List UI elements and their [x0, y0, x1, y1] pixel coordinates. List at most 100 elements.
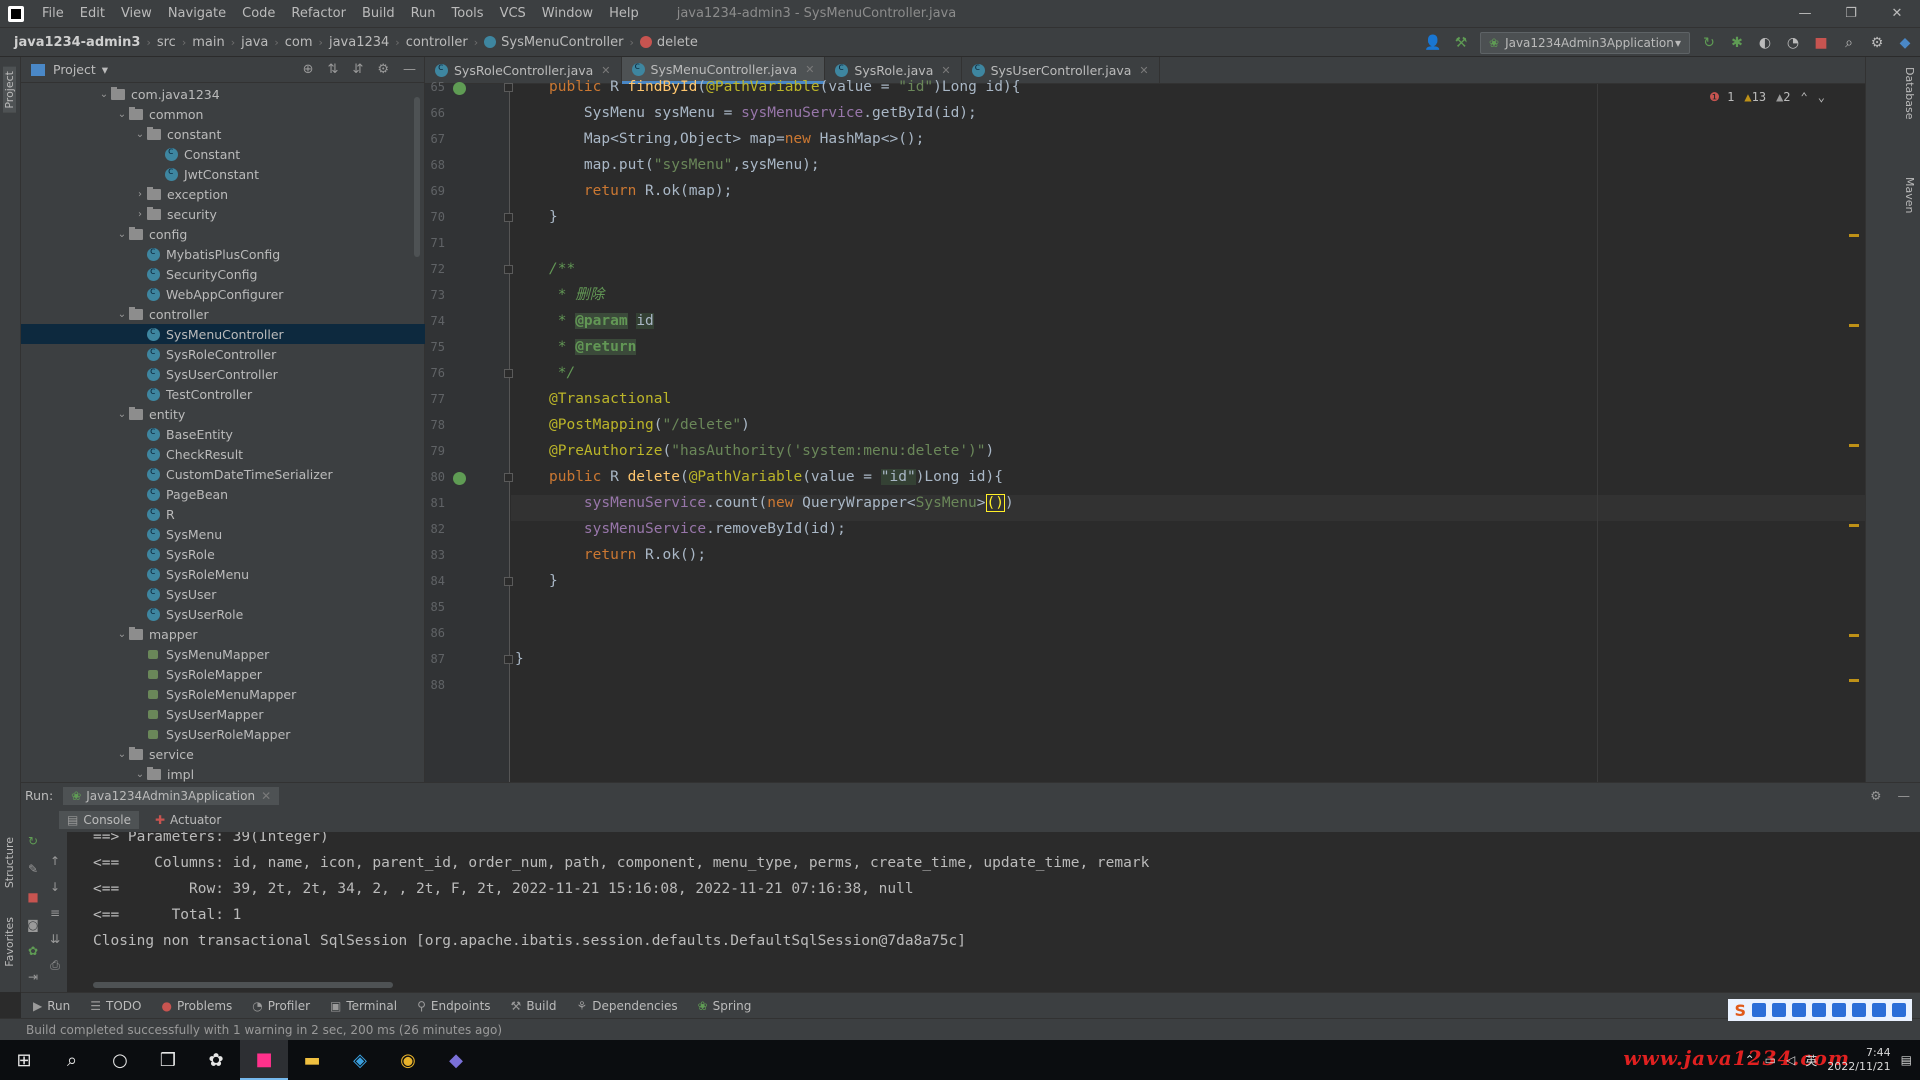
tool-tab-project[interactable]: Project: [3, 67, 16, 113]
chevron-down-icon[interactable]: ⌄: [115, 629, 129, 640]
code-line[interactable]: return R.ok(map);: [549, 178, 732, 204]
down-icon[interactable]: ↓: [47, 880, 63, 896]
chevron-right-icon[interactable]: ›: [133, 189, 147, 200]
breadcrumb-controller[interactable]: controller: [400, 35, 474, 50]
ime-icon[interactable]: [1792, 1003, 1806, 1017]
exit-icon[interactable]: ⇥: [25, 970, 41, 986]
print-icon[interactable]: ⎙: [47, 958, 63, 974]
warning-marker[interactable]: [1849, 524, 1859, 527]
tree-item[interactable]: ⌄ entity: [21, 404, 425, 424]
volume-icon[interactable]: ◁: [1786, 1053, 1795, 1067]
expand-all-icon[interactable]: ⇅: [328, 62, 339, 77]
chevron-down-icon[interactable]: ⌄: [1818, 90, 1825, 104]
task-view-icon[interactable]: ❒: [144, 1040, 192, 1080]
ime-icon[interactable]: [1872, 1003, 1886, 1017]
breadcrumb-method[interactable]: delete: [634, 35, 704, 50]
close-icon[interactable]: ✕: [1139, 64, 1148, 77]
menu-build[interactable]: Build: [354, 6, 403, 21]
breadcrumb-main[interactable]: main: [186, 35, 230, 50]
camera-icon[interactable]: ◙: [25, 918, 41, 934]
inspection-widget[interactable]: ❶ 1 ▲13 ▲2 ⌃ ⌄: [1709, 90, 1825, 104]
tool-tab-favorites[interactable]: Favorites: [3, 917, 16, 967]
locate-icon[interactable]: ⊕: [303, 62, 314, 77]
tree-item[interactable]: SysRoleController: [21, 344, 425, 364]
menu-run[interactable]: Run: [403, 6, 444, 21]
up-icon[interactable]: ↑: [47, 854, 63, 870]
tool-dependencies[interactable]: ⚘ Dependencies: [568, 999, 685, 1013]
coverage-icon[interactable]: ◐: [1756, 35, 1774, 51]
tool-tab-maven[interactable]: Maven: [1903, 177, 1916, 213]
breadcrumb-src[interactable]: src: [151, 35, 182, 50]
code-line[interactable]: sysMenuService.count(new QueryWrapper<Sy…: [549, 490, 1014, 516]
ime-icon[interactable]: [1812, 1003, 1826, 1017]
warning-marker[interactable]: [1849, 444, 1859, 447]
search-icon[interactable]: ⌕: [1840, 35, 1858, 51]
tree-item[interactable]: SysUserRoleMapper: [21, 724, 425, 744]
tool-build[interactable]: ⚒ Build: [503, 999, 565, 1013]
code-line[interactable]: public R delete(@PathVariable(value = "i…: [549, 464, 1003, 490]
tree-item[interactable]: SysRoleMenu: [21, 564, 425, 584]
console-scrollbar[interactable]: [93, 982, 393, 988]
chevron-down-icon[interactable]: ⌄: [115, 409, 129, 420]
tree-item[interactable]: Constant: [21, 144, 425, 164]
restore-layout-icon[interactable]: ✿: [25, 944, 41, 960]
chevron-down-icon[interactable]: ⌄: [97, 89, 111, 100]
chevron-down-icon[interactable]: ⌄: [133, 129, 147, 140]
tree-item[interactable]: CheckResult: [21, 444, 425, 464]
fold-marker-icon[interactable]: [504, 577, 513, 586]
chevron-up-icon[interactable]: ⌃: [1801, 90, 1808, 104]
tree-item[interactable]: ⌄ mapper: [21, 624, 425, 644]
code-line[interactable]: map.put("sysMenu",sysMenu);: [549, 152, 820, 178]
code-line[interactable]: /**: [549, 256, 575, 282]
tool-endpoints[interactable]: ⚲ Endpoints: [409, 999, 498, 1013]
warning-marker[interactable]: [1849, 679, 1859, 682]
collapse-all-icon[interactable]: ⇵: [352, 62, 363, 77]
vscode-icon[interactable]: ◈: [336, 1040, 384, 1080]
tree-item[interactable]: SysUser: [21, 584, 425, 604]
chevron-down-icon[interactable]: ⌄: [115, 309, 129, 320]
breadcrumb-class[interactable]: SysMenuController: [478, 35, 629, 50]
sogou-ime-icon[interactable]: S: [1734, 1001, 1746, 1020]
tree-item[interactable]: SysMenu: [21, 524, 425, 544]
breadcrumb-com[interactable]: com: [279, 35, 319, 50]
ime-icon[interactable]: [1832, 1003, 1846, 1017]
code-editor[interactable]: 65 66 67 68 69 70 71 72 73 74 75 76 77 78 79 80 81 82 83 84…: [425, 79, 1865, 782]
code-line[interactable]: @PostMapping("/delete"): [549, 412, 750, 438]
tree-item[interactable]: CustomDateTimeSerializer: [21, 464, 425, 484]
tree-item[interactable]: ⌄ com.java1234: [21, 84, 425, 104]
tool-problems[interactable]: ● Problems: [153, 999, 240, 1013]
console-output[interactable]: ==> Parameters: 39(Integer) <== Columns:…: [67, 832, 1920, 992]
clock[interactable]: 7:44 2022/11/21: [1827, 1046, 1890, 1074]
tree-item[interactable]: SysMenuMapper: [21, 644, 425, 664]
code-line[interactable]: * @return: [549, 334, 637, 360]
menu-refactor[interactable]: Refactor: [283, 6, 354, 21]
run-config-tab[interactable]: ❀ Java1234Admin3Application ✕: [63, 786, 280, 805]
search-icon[interactable]: ⌕: [48, 1040, 96, 1080]
menu-code[interactable]: Code: [234, 6, 283, 21]
chevron-down-icon[interactable]: ▾: [102, 62, 108, 77]
menu-help[interactable]: Help: [601, 6, 647, 21]
ime-icon[interactable]: [1852, 1003, 1866, 1017]
code-line[interactable]: */: [549, 360, 575, 386]
code-line[interactable]: @Transactional: [549, 386, 671, 412]
hide-icon[interactable]: —: [1898, 788, 1911, 803]
tool-tab-database[interactable]: Database: [1903, 67, 1916, 120]
warning-marker[interactable]: [1849, 234, 1859, 237]
code-line[interactable]: sysMenuService.removeById(id);: [549, 516, 846, 542]
tool-tab-structure[interactable]: Structure: [3, 837, 16, 888]
close-icon[interactable]: ✕: [1874, 0, 1920, 27]
fold-marker-icon[interactable]: [504, 213, 513, 222]
rerun-icon[interactable]: ↻: [1700, 35, 1718, 51]
tree-item[interactable]: ⌄ controller: [21, 304, 425, 324]
intellij-icon[interactable]: ■: [240, 1040, 288, 1080]
tree-item[interactable]: SysUserController: [21, 364, 425, 384]
tree-item[interactable]: SysRole: [21, 544, 425, 564]
profile-icon[interactable]: ◔: [1784, 35, 1802, 51]
tree-item[interactable]: WebAppConfigurer: [21, 284, 425, 304]
code-line[interactable]: SysMenu sysMenu = sysMenuService.getById…: [549, 100, 977, 126]
code-line[interactable]: public R findById(@PathVariable(value = …: [549, 74, 1020, 100]
tree-item[interactable]: › security: [21, 204, 425, 224]
tree-item[interactable]: ⌄ constant: [21, 124, 425, 144]
tree-item[interactable]: JwtConstant: [21, 164, 425, 184]
code-line[interactable]: return R.ok();: [549, 542, 706, 568]
